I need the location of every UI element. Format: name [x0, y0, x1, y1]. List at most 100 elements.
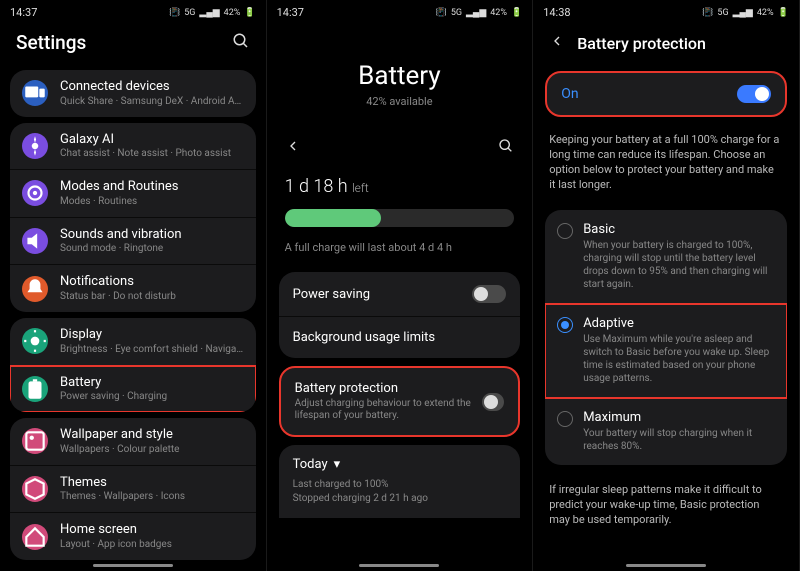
status-time: 14:37: [10, 6, 37, 19]
themes-icon: [22, 476, 48, 502]
status-time: 14:38: [543, 6, 570, 19]
row-sub: Sound mode · Ringtone: [60, 243, 244, 255]
search-icon[interactable]: [498, 138, 514, 158]
settings-row-wallpaper-and-style[interactable]: Wallpaper and style Wallpapers · Colour …: [10, 418, 256, 466]
radio[interactable]: [557, 317, 573, 333]
modes-icon: [22, 180, 48, 206]
page-title: Battery: [267, 61, 533, 91]
today-card[interactable]: Today ▾ Last charged to 100% Stopped cha…: [279, 445, 521, 518]
protection-option-adaptive[interactable]: Adaptive Use Maximum while you're asleep…: [545, 304, 787, 398]
protection-options: Basic When your battery is charged to 10…: [545, 210, 787, 465]
battery-icon: [22, 376, 48, 402]
signal-icon: ▂▄▆: [199, 7, 219, 18]
settings-row-notifications[interactable]: Notifications Status bar · Do not distur…: [10, 265, 256, 312]
row-sub: Quick Share · Samsung DeX · Android Auto: [60, 96, 244, 108]
chevron-down-icon: ▾: [334, 457, 341, 472]
battery-panel: 14:37 📳 5G ▂▄▆ 42% 🔋 Battery 42% availab…: [267, 0, 534, 571]
row-sub: Status bar · Do not disturb: [60, 291, 244, 303]
settings-header: Settings: [0, 21, 266, 64]
home-indicator[interactable]: [93, 564, 173, 567]
row-title: Home screen: [60, 522, 244, 538]
status-bar: 14:37 📳 5G ▂▄▆ 42% 🔋: [0, 0, 266, 21]
settings-row-battery[interactable]: Battery Power saving · Charging: [10, 366, 256, 413]
5g-icon: 5G: [451, 8, 462, 18]
vibrate-icon: 📳: [169, 8, 180, 18]
page-title: Settings: [16, 31, 86, 54]
row-title: Connected devices: [60, 79, 244, 95]
battery-progress-fill: [285, 209, 381, 227]
battery-note: A full charge will last about 4 d 4 h: [267, 235, 533, 264]
battery-icon: 🔋: [244, 8, 255, 18]
toggle[interactable]: [737, 85, 771, 103]
settings-row-themes[interactable]: Themes Themes · Wallpapers · Icons: [10, 466, 256, 514]
battery-hero: Battery 42% available: [267, 21, 533, 118]
back-icon[interactable]: [285, 138, 301, 158]
protection-footer: If irregular sleep patterns make it diff…: [533, 473, 799, 538]
battery-available: 42% available: [267, 95, 533, 108]
radio[interactable]: [557, 411, 573, 427]
home-indicator[interactable]: [626, 564, 706, 567]
5g-icon: 5G: [184, 8, 195, 18]
notif-icon: [22, 276, 48, 302]
vibrate-icon: 📳: [702, 8, 713, 18]
protection-panel: 14:38 📳 5G ▂▄▆ 42% 🔋 Battery protection …: [533, 0, 800, 571]
row-sub: Power saving · Charging: [60, 391, 244, 403]
settings-row-sounds-and-vibration[interactable]: Sounds and vibration Sound mode · Ringto…: [10, 218, 256, 266]
toggle[interactable]: [482, 393, 504, 411]
settings-row-modes-and-routines[interactable]: Modes and Routines Modes · Routines: [10, 170, 256, 218]
row-sub: Layout · App icon badges: [60, 539, 244, 551]
row-title: Sounds and vibration: [60, 227, 244, 243]
status-icons: 📳 5G ▂▄▆ 42% 🔋: [702, 7, 789, 18]
protection-option-maximum[interactable]: Maximum Your battery will stop charging …: [545, 398, 787, 465]
protection-option-basic[interactable]: Basic When your battery is charged to 10…: [545, 210, 787, 304]
5g-icon: 5G: [717, 8, 728, 18]
row-sub: Wallpapers · Colour palette: [60, 444, 244, 456]
protection-on-row[interactable]: On: [545, 71, 787, 117]
battery-icon: 🔋: [511, 8, 522, 18]
battery-time-left: 1 d 18 h left: [267, 168, 533, 201]
battery-pct: 42%: [490, 8, 507, 18]
protection-header: Battery protection: [533, 21, 799, 65]
battery-protection-row[interactable]: Battery protection Adjust charging behav…: [279, 366, 521, 437]
row-title: Notifications: [60, 274, 244, 290]
settings-row-home-screen[interactable]: Home screen Layout · App icon badges: [10, 513, 256, 560]
vibrate-icon: 📳: [436, 8, 447, 18]
today-details: Last charged to 100% Stopped charging 2 …: [293, 478, 507, 506]
back-icon[interactable]: [549, 33, 565, 53]
battery-pct: 42%: [224, 8, 241, 18]
sound-icon: [22, 228, 48, 254]
status-icons: 📳 5G ▂▄▆ 42% 🔋: [169, 7, 256, 18]
status-bar: 14:37 📳 5G ▂▄▆ 42% 🔋: [267, 0, 533, 21]
home-indicator[interactable]: [359, 564, 439, 567]
row-title: Themes: [60, 475, 244, 491]
battery-item-background-usage-limits[interactable]: Background usage limits: [279, 317, 521, 358]
row-title: Display: [60, 327, 244, 343]
row-sub: Themes · Wallpapers · Icons: [60, 491, 244, 503]
radio[interactable]: [557, 223, 573, 239]
settings-row-galaxy-ai[interactable]: Galaxy AI Chat assist · Note assist · Ph…: [10, 123, 256, 171]
settings-row-connected-devices[interactable]: Connected devices Quick Share · Samsung …: [10, 70, 256, 117]
home-icon: [22, 524, 48, 550]
row-sub: Brightness · Eye comfort shield · Naviga…: [60, 344, 244, 356]
battery-item-power-saving[interactable]: Power saving: [279, 272, 521, 317]
row-title: Modes and Routines: [60, 179, 244, 195]
search-icon[interactable]: [232, 32, 250, 54]
status-bar: 14:38 📳 5G ▂▄▆ 42% 🔋: [533, 0, 799, 21]
row-title: Wallpaper and style: [60, 427, 244, 443]
settings-row-display[interactable]: Display Brightness · Eye comfort shield …: [10, 318, 256, 366]
protection-description: Keeping your battery at a full 100% char…: [533, 123, 799, 202]
ai-icon: [22, 133, 48, 159]
on-label: On: [561, 86, 578, 102]
status-time: 14:37: [277, 6, 304, 19]
row-sub: Modes · Routines: [60, 196, 244, 208]
row-title: Galaxy AI: [60, 132, 244, 148]
battery-progress: [285, 209, 515, 227]
row-sub: Chat assist · Note assist · Photo assist: [60, 148, 244, 160]
battery-icon: 🔋: [778, 8, 789, 18]
toggle[interactable]: [472, 285, 506, 303]
battery-section: Power savingBackground usage limits: [279, 272, 521, 358]
row-title: Battery: [60, 375, 244, 391]
settings-panel: 14:37 📳 5G ▂▄▆ 42% 🔋 Settings Connected …: [0, 0, 267, 571]
status-icons: 📳 5G ▂▄▆ 42% 🔋: [436, 7, 523, 18]
signal-icon: ▂▄▆: [733, 7, 753, 18]
